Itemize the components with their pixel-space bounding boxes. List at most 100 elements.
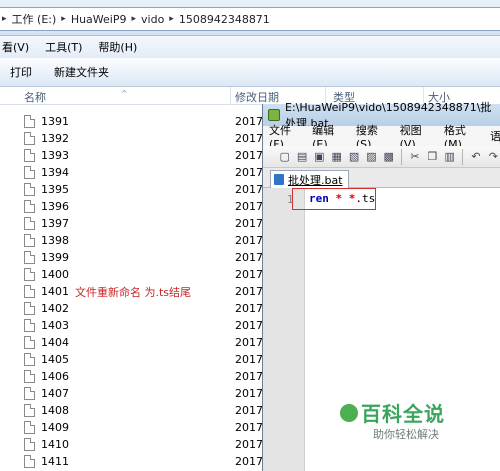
file-name: 1394 (41, 166, 69, 179)
npp-menu-language[interactable]: 语 (490, 128, 500, 144)
code-line[interactable]: ren * *.ts (309, 192, 375, 205)
file-row[interactable]: 1398 2017 (0, 232, 262, 249)
file-name: 1405 (41, 353, 69, 366)
file-row[interactable]: 1399 2017 (0, 249, 262, 266)
breadcrumb-chevron-icon[interactable]: ▸ (169, 14, 174, 24)
file-name: 1404 (41, 336, 69, 349)
breadcrumb-chevron-icon[interactable]: ▸ (131, 14, 136, 24)
file-row[interactable]: 1406 2017 (0, 368, 262, 385)
breadcrumb-chevron-icon[interactable]: ▸ (2, 14, 7, 24)
address-bar[interactable]: ▸ 工作 (E:) ▸ HuaWeiP9 ▸ vido ▸ 1508942348… (0, 7, 500, 31)
file-date: 2017 (235, 115, 262, 128)
file-date: 2017 (235, 319, 262, 332)
file-row[interactable]: 1393 2017 (0, 147, 262, 164)
file-date: 2017 (235, 217, 262, 230)
column-header-date[interactable]: 修改日期 (235, 89, 279, 105)
file-name: 1408 (41, 404, 69, 417)
file-name: 1392 (41, 132, 69, 145)
file-date: 2017 (235, 251, 262, 264)
file-icon (24, 132, 35, 145)
open-folder-icon[interactable]: ▤ (294, 149, 309, 165)
file-icon (24, 149, 35, 162)
line-number-gutter (263, 188, 305, 471)
file-date: 2017 (235, 438, 262, 451)
file-row[interactable]: 1411 2017 (0, 453, 262, 470)
file-name: 1398 (41, 234, 69, 247)
file-icon (24, 115, 35, 128)
watermark-subtitle: 助你轻松解决 (373, 428, 439, 441)
cut-icon[interactable]: ✂ (407, 149, 422, 165)
explorer-menu-bar: 看(V) 工具(T) 帮助(H) (0, 36, 500, 58)
file-row[interactable]: 1403 2017 (0, 317, 262, 334)
file-name: 1400 (41, 268, 69, 281)
file-row[interactable]: 1394 2017 (0, 164, 262, 181)
file-icon (24, 319, 35, 332)
print-icon[interactable]: ▩ (381, 149, 396, 165)
code-extension: .ts (355, 192, 376, 205)
breadcrumb-chevron-icon[interactable]: ▸ (61, 14, 66, 24)
toolbar-separator (401, 148, 403, 165)
file-name: 1399 (41, 251, 69, 264)
copy-icon[interactable]: ❐ (425, 149, 440, 165)
file-row[interactable]: 1400 2017 (0, 266, 262, 283)
paste-icon[interactable]: ▥ (442, 149, 457, 165)
file-row[interactable]: 1404 2017 (0, 334, 262, 351)
file-name: 1395 (41, 183, 69, 196)
menu-view[interactable]: 看(V) (0, 39, 31, 55)
file-date: 2017 (235, 268, 262, 281)
save-all-icon[interactable]: ▦ (329, 149, 344, 165)
save-icon[interactable]: ▣ (312, 149, 327, 165)
sort-arrow-icon: ^ (121, 89, 128, 98)
breadcrumb-folder[interactable]: HuaWeiP9 (71, 13, 127, 26)
file-date: 2017 (235, 285, 262, 298)
file-icon (24, 268, 35, 281)
file-row[interactable]: 1391 2017 (0, 113, 262, 130)
file-name: 1406 (41, 370, 69, 383)
file-row[interactable]: 1395 2017 (0, 181, 262, 198)
file-row[interactable]: 1405 2017 (0, 351, 262, 368)
file-icon (24, 370, 35, 383)
close-file-icon[interactable]: ▧ (346, 149, 361, 165)
breadcrumb-drive[interactable]: 工作 (E:) (12, 11, 57, 27)
file-name: 1407 (41, 387, 69, 400)
redo-icon[interactable]: ↷ (486, 149, 500, 165)
column-divider[interactable] (230, 87, 231, 105)
file-name: 1411 (41, 455, 69, 468)
file-row[interactable]: 1408 2017 (0, 402, 262, 419)
new-file-icon[interactable]: ▢ (277, 149, 292, 165)
file-name: 1397 (41, 217, 69, 230)
file-row[interactable]: 1409 2017 (0, 419, 262, 436)
print-button[interactable]: 打印 (10, 64, 32, 80)
undo-icon[interactable]: ↶ (468, 149, 483, 165)
menu-tools[interactable]: 工具(T) (43, 39, 84, 55)
file-row[interactable]: 1392 2017 (0, 130, 262, 147)
file-name: 1409 (41, 421, 69, 434)
file-icon (24, 387, 35, 400)
file-row[interactable]: 1397 2017 (0, 215, 262, 232)
tab-batch-file[interactable]: 批处理.bat (270, 170, 349, 188)
column-header-name[interactable]: 名称 (24, 89, 46, 105)
file-date: 2017 (235, 132, 262, 145)
breadcrumb-folder[interactable]: vido (141, 13, 164, 26)
menu-help[interactable]: 帮助(H) (96, 39, 139, 55)
file-name: 1403 (41, 319, 69, 332)
file-row[interactable]: 1407 2017 (0, 385, 262, 402)
file-icon (24, 200, 35, 213)
file-icon (24, 438, 35, 451)
breadcrumb-current-folder[interactable]: 1508942348871 (179, 13, 270, 26)
file-row[interactable]: 1402 2017 (0, 300, 262, 317)
notepad-toolbar: ▢ ▤ ▣ ▦ ▧ ▨ ▩ ✂ ❐ ▥ ↶ ↷ (263, 146, 500, 168)
file-date: 2017 (235, 166, 262, 179)
file-icon (24, 455, 35, 468)
file-row[interactable]: 1396 2017 (0, 198, 262, 215)
file-row[interactable]: 1410 2017 (0, 436, 262, 453)
notepad-tab-bar: 批处理.bat (263, 168, 500, 188)
toolbar-separator (462, 148, 464, 165)
close-all-icon[interactable]: ▨ (364, 149, 379, 165)
watermark: 百科全说 助你轻松解决 (340, 396, 470, 444)
file-date: 2017 (235, 234, 262, 247)
file-name: 1393 (41, 149, 69, 162)
file-icon (24, 353, 35, 366)
address-bar-area: ▸ 工作 (E:) ▸ HuaWeiP9 ▸ vido ▸ 1508942348… (0, 0, 500, 36)
new-folder-button[interactable]: 新建文件夹 (54, 64, 109, 80)
